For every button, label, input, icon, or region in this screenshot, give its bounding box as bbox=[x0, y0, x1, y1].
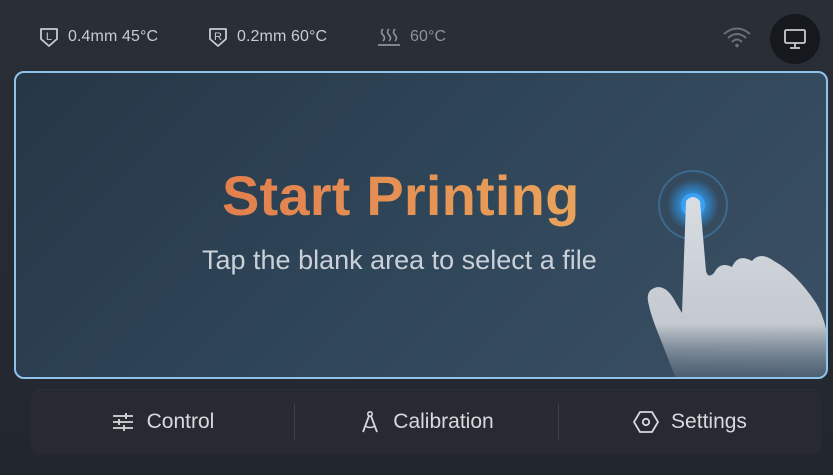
bottom-navigation: Control Calibration Settings bbox=[31, 389, 821, 455]
monitor-button[interactable] bbox=[770, 14, 820, 64]
left-nozzle-status: L 0.4mm 45°C bbox=[38, 26, 158, 48]
compass-icon bbox=[362, 410, 379, 433]
control-label: Control bbox=[146, 410, 215, 433]
right-nozzle-letter: R bbox=[214, 31, 222, 43]
right-nozzle-status: R 0.2mm 60°C bbox=[207, 26, 327, 48]
monitor-icon bbox=[784, 29, 806, 49]
tap-hand-icon bbox=[647, 170, 826, 377]
start-printing-subtitle: Tap the blank area to select a file bbox=[202, 245, 597, 275]
right-nozzle-text: 0.2mm 60°C bbox=[237, 28, 328, 45]
heated-bed-status: 60°C bbox=[376, 26, 446, 48]
left-nozzle-text: 0.4mm 45°C bbox=[68, 28, 159, 45]
settings-button[interactable]: Settings bbox=[559, 389, 821, 455]
select-file-area[interactable]: Start Printing Tap the blank area to sel… bbox=[14, 71, 828, 379]
right-nozzle-icon: R bbox=[209, 28, 227, 47]
control-button[interactable]: Control bbox=[31, 389, 294, 455]
left-nozzle-icon: L bbox=[40, 28, 58, 47]
hexagon-settings-icon bbox=[633, 411, 659, 433]
calibration-button[interactable]: Calibration bbox=[295, 389, 558, 455]
wifi-icon[interactable] bbox=[722, 25, 752, 49]
status-bar: L 0.4mm 45°C R 0.2mm 60°C 60°C bbox=[0, 0, 833, 72]
settings-label: Settings bbox=[671, 410, 747, 433]
start-printing-title: Start Printing bbox=[222, 164, 580, 227]
printer-home-screen: L 0.4mm 45°C R 0.2mm 60°C 60°C Start Pri… bbox=[0, 0, 833, 475]
sliders-icon bbox=[112, 413, 133, 431]
left-nozzle-letter: L bbox=[46, 31, 52, 43]
heated-bed-icon bbox=[378, 28, 400, 46]
calibration-label: Calibration bbox=[393, 410, 494, 433]
heated-bed-text: 60°C bbox=[410, 28, 447, 45]
